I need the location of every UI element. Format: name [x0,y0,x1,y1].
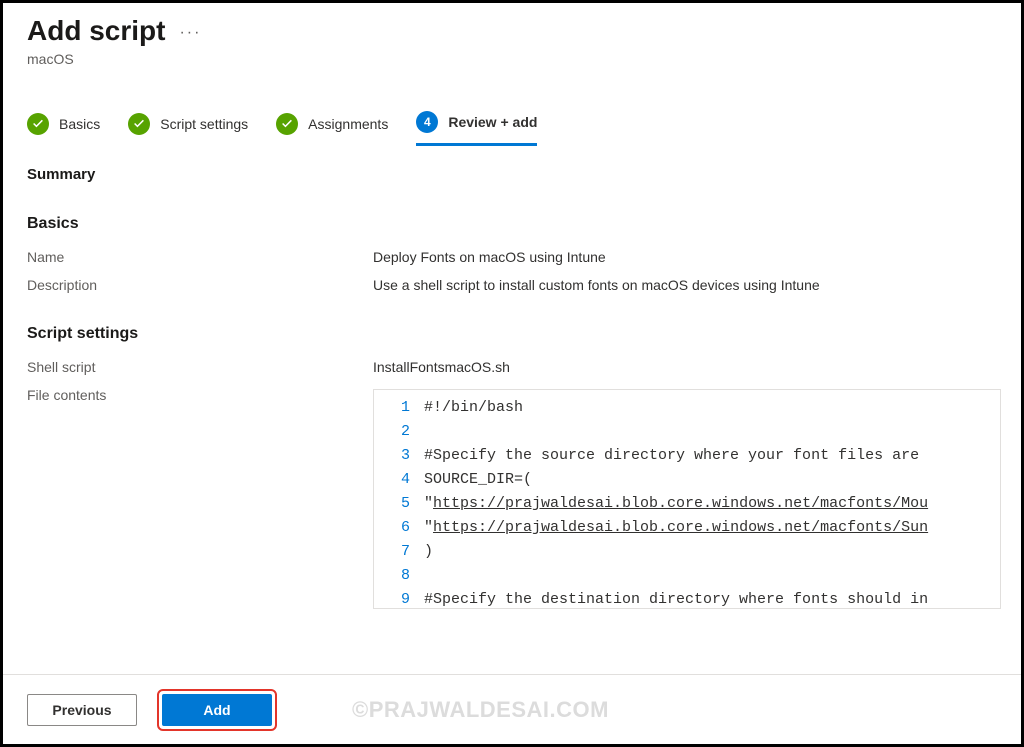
code-lines: #!/bin/bash#Specify the source directory… [424,390,1000,608]
value-description: Use a shell script to install custom fon… [373,277,1001,293]
basics-heading: Basics [27,215,1001,233]
check-icon [27,113,49,135]
tab-review-add[interactable]: 4 Review + add [416,111,537,146]
step-number-icon: 4 [416,111,438,133]
basics-row-name: Name Deploy Fonts on macOS using Intune [27,249,1001,265]
watermark-text: ©PRAJWALDESAI.COM [352,697,609,723]
label-description: Description [27,277,373,293]
wizard-footer: Previous Add ©PRAJWALDESAI.COM [3,674,1021,744]
add-button-highlight: Add [157,689,277,731]
code-gutter: 123456789 [374,390,424,608]
script-row-file-contents: File contents 123456789 #!/bin/bash#Spec… [27,387,1001,609]
label-name: Name [27,249,373,265]
more-actions-icon[interactable]: ··· [179,24,201,42]
page-title: Add script [27,15,165,47]
wizard-tabs: Basics Script settings Assignments 4 Rev… [27,111,1001,146]
basics-row-description: Description Use a shell script to instal… [27,277,1001,293]
script-settings-heading: Script settings [27,325,1001,343]
page-subtitle: macOS [27,51,1001,67]
value-name: Deploy Fonts on macOS using Intune [373,249,1001,265]
tab-script-settings[interactable]: Script settings [128,113,248,145]
tab-label: Assignments [308,116,388,132]
tab-assignments[interactable]: Assignments [276,113,388,145]
tab-label: Script settings [160,116,248,132]
value-shell-script: InstallFontsmacOS.sh [373,359,1001,375]
check-icon [128,113,150,135]
check-icon [276,113,298,135]
tab-label: Review + add [448,114,537,130]
label-shell-script: Shell script [27,359,373,375]
code-viewer[interactable]: 123456789 #!/bin/bash#Specify the source… [373,389,1001,609]
label-file-contents: File contents [27,387,373,403]
tab-basics[interactable]: Basics [27,113,100,145]
add-button[interactable]: Add [162,694,272,726]
script-row-shell: Shell script InstallFontsmacOS.sh [27,359,1001,375]
tab-label: Basics [59,116,100,132]
summary-heading: Summary [27,166,1001,183]
previous-button[interactable]: Previous [27,694,137,726]
